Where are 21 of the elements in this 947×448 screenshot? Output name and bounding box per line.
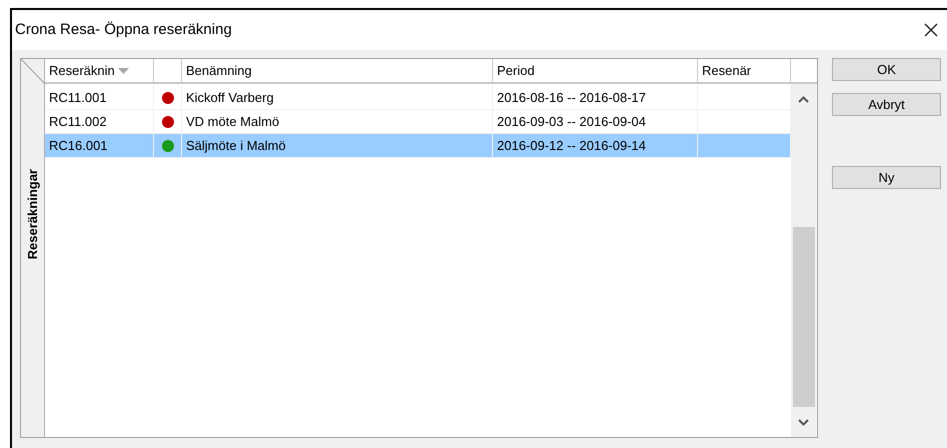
dialog-button[interactable]: OK	[832, 58, 941, 81]
window-title: Crona Resa- Öppna reseräkning	[15, 20, 232, 40]
scrollbar-thumb[interactable]	[792, 227, 814, 407]
table-row[interactable]: RC11.002 VD möte Malmö 2016-09-03 -- 2016-09-04	[45, 110, 791, 134]
sort-arrow-icon	[118, 68, 129, 74]
scroll-down-icon[interactable]	[798, 419, 809, 426]
table-row[interactable]: RC16.001 Säljmöte i Malmö 2016-09-12 -- 2016-09-14	[45, 134, 791, 158]
table-cell: 2016-09-12 -- 2016-09-14	[493, 134, 698, 158]
column-header[interactable]: Benämning	[182, 59, 493, 82]
table-row[interactable]: RC11.001 Kickoff Varberg 2016-08-16 -- 2016-08-17	[45, 86, 791, 110]
table-cell: Säljmöte i Malmö	[182, 134, 493, 158]
dialog-button[interactable]: Avbryt	[832, 93, 941, 116]
table-cell: RC16.001	[45, 134, 154, 158]
column-header[interactable]: Resenär	[698, 59, 791, 82]
side-tab-label: Reseräkningar	[24, 169, 41, 260]
column-header[interactable]: Reseräknin	[45, 59, 154, 82]
scroll-up-icon[interactable]	[798, 96, 809, 103]
dialog-button[interactable]: Ny	[832, 166, 941, 189]
column-header[interactable]: Period	[493, 59, 698, 82]
scrollbar[interactable]	[791, 84, 816, 437]
close-icon	[924, 23, 938, 37]
